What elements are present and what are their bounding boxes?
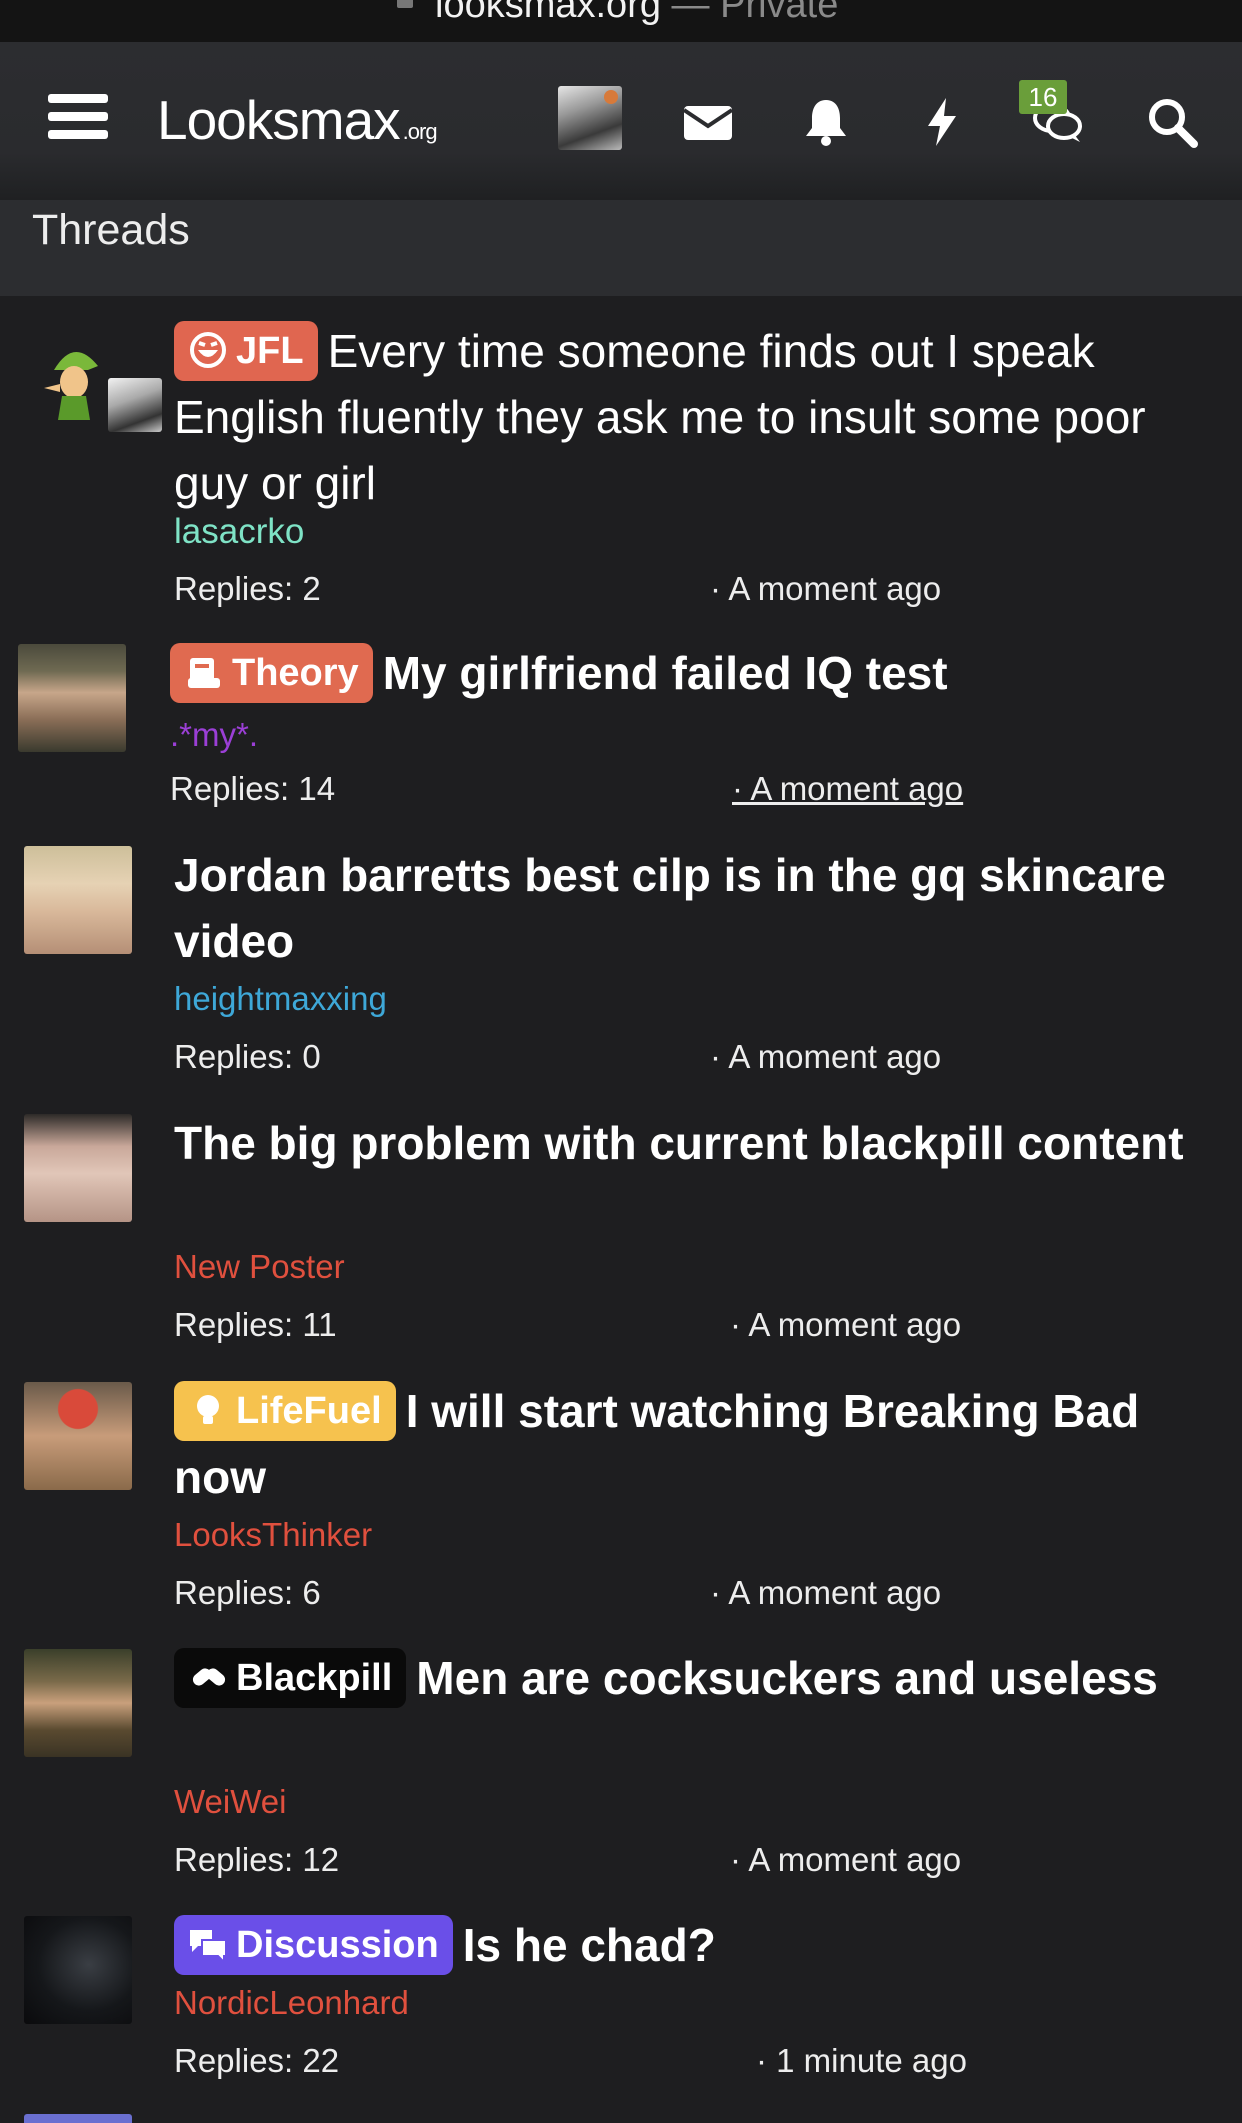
- last-poster-avatar[interactable]: [108, 378, 162, 432]
- prefix-label[interactable]: LifeFuel: [174, 1381, 396, 1441]
- thread-author-avatar[interactable]: [24, 2114, 132, 2123]
- thread-title[interactable]: Jordan barretts best cilp is in the gq s…: [174, 842, 1219, 974]
- last-post-time[interactable]: · A moment ago: [732, 770, 963, 808]
- prefix-label[interactable]: JFL: [174, 321, 318, 381]
- scroll-icon: [188, 658, 220, 688]
- pills-icon: [192, 1668, 226, 1686]
- prefix-label[interactable]: Theory: [170, 643, 373, 703]
- lock-icon: [397, 0, 413, 8]
- replies-count: Replies: 14: [170, 770, 336, 807]
- thread-title[interactable]: Discussion Is he chad?: [174, 1912, 1219, 1978]
- thread-author-avatar[interactable]: [24, 846, 132, 954]
- discussion-icon: [190, 1930, 227, 1965]
- last-post-time[interactable]: · A moment ago: [710, 1038, 941, 1076]
- site-logo[interactable]: Looksmax .org: [157, 88, 438, 152]
- last-post-time[interactable]: · A moment ago: [730, 1841, 961, 1879]
- thread-author[interactable]: New Poster: [174, 1248, 345, 1286]
- last-post-time[interactable]: · A moment ago: [710, 1574, 941, 1612]
- replies-count: Replies: 6: [174, 1574, 321, 1611]
- thread-title[interactable]: The big problem with current blackpill c…: [174, 1110, 1219, 1176]
- thread-author-avatar[interactable]: [24, 1114, 132, 1222]
- lightning-icon[interactable]: [914, 94, 970, 150]
- url-text: looksmax.org — Private: [397, 0, 838, 27]
- search-icon[interactable]: [1144, 94, 1200, 150]
- lightbulb-icon: [197, 1395, 219, 1424]
- user-avatar[interactable]: [558, 86, 622, 150]
- last-post-time[interactable]: · A moment ago: [710, 570, 941, 608]
- thread-title[interactable]: Blackpill Men are cocksuckers and useless: [174, 1645, 1219, 1711]
- section-header: Threads: [0, 200, 1242, 296]
- section-title: Threads: [32, 206, 190, 254]
- replies-count: Replies: 2: [174, 570, 321, 607]
- conversations-badge: 16: [1019, 80, 1067, 114]
- replies-count: Replies: 0: [174, 1038, 321, 1075]
- thread-author-avatar[interactable]: [24, 1916, 132, 2024]
- thread-title[interactable]: LifeFuel I will start watching Breaking B…: [174, 1378, 1219, 1510]
- thread-author[interactable]: WeiWei: [174, 1783, 286, 1821]
- replies-count: Replies: 22: [174, 2042, 340, 2079]
- envelope-icon[interactable]: [680, 94, 736, 150]
- last-post-time[interactable]: · 1 minute ago: [756, 2042, 967, 2080]
- bell-icon[interactable]: [798, 94, 854, 150]
- replies-count: Replies: 11: [174, 1306, 337, 1343]
- prefix-label[interactable]: Blackpill: [174, 1648, 407, 1708]
- thread-author-avatar[interactable]: [24, 1382, 132, 1490]
- replies-count: Replies: 12: [174, 1841, 340, 1878]
- laughing-icon: [190, 332, 226, 368]
- thread-author-avatar[interactable]: [18, 644, 126, 752]
- thread-title[interactable]: Theory My girlfriend failed IQ test: [170, 640, 1215, 706]
- prefix-label[interactable]: Discussion: [174, 1915, 453, 1975]
- top-navigation: Looksmax .org 16: [0, 42, 1242, 200]
- thread-author-avatar[interactable]: [24, 1649, 132, 1757]
- thread-author[interactable]: LooksThinker: [174, 1516, 372, 1554]
- browser-url-bar[interactable]: looksmax.org — Private: [0, 0, 1242, 42]
- menu-icon[interactable]: [48, 94, 108, 144]
- thread-title[interactable]: JFL Every time someone finds out I speak …: [174, 318, 1219, 516]
- thread-author-avatar[interactable]: [40, 340, 108, 420]
- last-post-time[interactable]: · A moment ago: [730, 1306, 961, 1344]
- private-label: — Private: [671, 0, 839, 26]
- thread-author[interactable]: NordicLeonhard: [174, 1984, 409, 2022]
- thread-author[interactable]: .*my*.: [170, 716, 258, 754]
- thread-author[interactable]: heightmaxxing: [174, 980, 387, 1018]
- thread-author[interactable]: lasacrko: [174, 512, 304, 552]
